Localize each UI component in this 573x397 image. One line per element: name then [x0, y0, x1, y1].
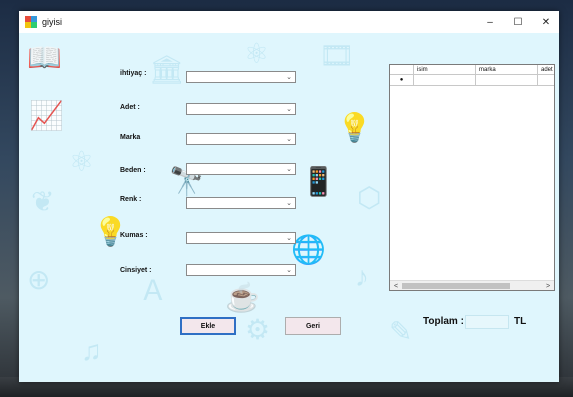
leaf-icon: ❦ [31, 186, 55, 217]
cinsiyet-label: Cinsiyet : [120, 267, 152, 274]
grid-corner-header[interactable] [390, 65, 414, 74]
chevron-down-icon: ⌄ [286, 74, 292, 81]
window-title: giyisi [42, 17, 63, 27]
table-row[interactable]: ● [390, 75, 554, 86]
toplam-value [465, 315, 509, 329]
cube-icon: ⬡ [357, 182, 382, 213]
column-header-isim[interactable]: isim [414, 65, 476, 74]
chart-icon: 📈 [29, 100, 64, 131]
chevron-down-icon: ⌄ [286, 136, 292, 143]
chevron-down-icon: ⌄ [286, 106, 292, 113]
atom-icon: ⚛ [244, 38, 270, 69]
coffee-icon: ☕ [225, 282, 260, 313]
ihtiyac-dropdown[interactable]: ⌄ [186, 71, 296, 83]
atom-icon-2: ⚛ [69, 146, 95, 177]
scroll-left-icon[interactable]: < [391, 281, 401, 290]
horizontal-scrollbar[interactable]: < > [390, 280, 554, 290]
ekle-button[interactable]: Ekle [180, 317, 236, 335]
minimize-button[interactable]: – [476, 11, 504, 33]
maximize-button[interactable]: ☐ [504, 11, 532, 33]
beden-dropdown[interactable]: ⌄ [186, 163, 296, 175]
column-icon: 🏛 [149, 54, 185, 85]
cinsiyet-dropdown[interactable]: ⌄ [186, 264, 296, 276]
table-cell[interactable] [476, 75, 538, 85]
scroll-right-icon[interactable]: > [543, 281, 553, 290]
toplam-label: Toplam : [423, 316, 464, 327]
kumas-dropdown[interactable]: ⌄ [186, 232, 296, 244]
text-icon: Ａ [139, 275, 168, 306]
grid-header: isim marka adet [390, 65, 554, 75]
chevron-down-icon: ⌄ [286, 200, 292, 207]
chevron-down-icon: ⌄ [286, 166, 292, 173]
chevron-down-icon: ⌄ [286, 235, 292, 242]
marka-label: Marka [120, 134, 141, 141]
renk-dropdown[interactable]: ⌄ [186, 197, 296, 209]
gear-icon: ⚙ [245, 314, 271, 345]
close-button[interactable]: ✕ [532, 11, 559, 33]
app-window: giyisi – ☐ ✕ 📖 🏛 ⚛ 🎞 📈 💡 ⚛ 🔭 📱 ⬡ ❦ 💡 🌐 ⊕… [19, 11, 559, 382]
table-cell[interactable] [414, 75, 476, 85]
marka-dropdown[interactable]: ⌄ [186, 133, 296, 145]
table-cell[interactable] [538, 75, 554, 85]
calculator-icon: ⊕ [27, 264, 51, 295]
scrollbar-thumb[interactable] [402, 283, 510, 289]
film-reel-icon: 🎞 [319, 40, 355, 71]
adet-dropdown[interactable]: ⌄ [186, 103, 296, 115]
phone-icon: 📱 [301, 166, 336, 197]
kumas-label: Kumas : [120, 232, 148, 239]
column-header-marka[interactable]: marka [476, 65, 538, 74]
row-pointer-icon: ● [390, 75, 414, 85]
data-grid[interactable]: isim marka adet ● < > [389, 64, 555, 291]
beden-label: Beden : [120, 167, 146, 174]
renk-label: Renk : [120, 196, 142, 203]
form-client-area: 📖 🏛 ⚛ 🎞 📈 💡 ⚛ 🔭 📱 ⬡ ❦ 💡 🌐 ⊕ Ａ ☕ ♪ ♫ ⚙ ✎ … [19, 33, 559, 382]
currency-label: TL [514, 316, 527, 327]
globe-icon: 🌐 [291, 234, 326, 265]
adet-label: Adet : [120, 104, 140, 111]
pen-icon: ✎ [389, 316, 413, 347]
column-header-adet[interactable]: adet [538, 65, 554, 74]
lightbulb-icon: 💡 [337, 112, 372, 143]
chevron-down-icon: ⌄ [286, 267, 292, 274]
music-note-icon-2: ♫ [81, 335, 102, 366]
title-bar: giyisi – ☐ ✕ [19, 11, 559, 33]
book-icon: 📖 [27, 42, 62, 73]
geri-button[interactable]: Geri [285, 317, 341, 335]
ihtiyac-label: ihtiyaç : [120, 70, 147, 77]
music-note-icon: ♪ [355, 261, 369, 292]
app-icon [25, 16, 37, 28]
